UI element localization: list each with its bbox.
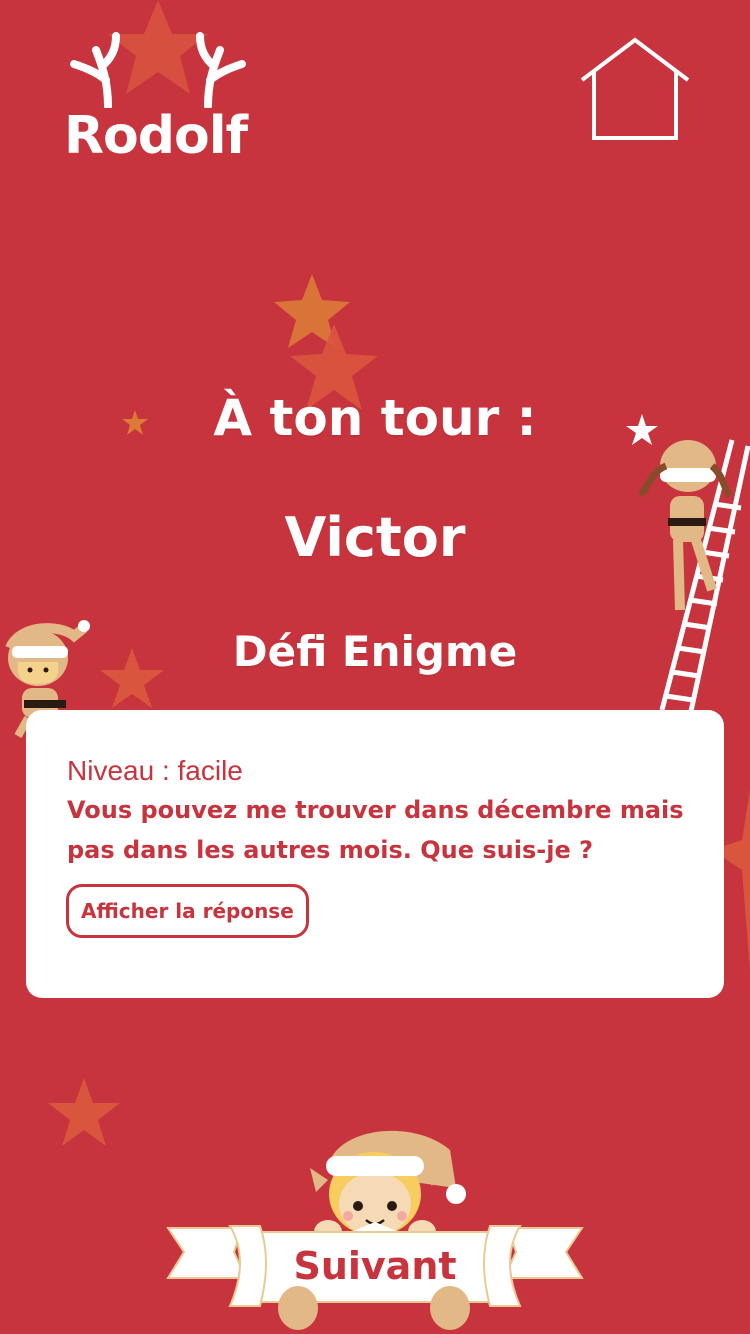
question-card: Niveau : facile Vous pouvez me trouver d… [26,710,724,998]
show-answer-button[interactable]: Afficher la réponse [66,884,309,938]
star-decoration [48,1078,120,1146]
elf-banner-illustration [166,1130,584,1330]
logo-wordmark: Rodolf [64,106,248,166]
home-button[interactable] [578,36,692,144]
difficulty-level: Niveau : facile [67,755,243,786]
challenge-title: Défi Enigme [232,627,518,676]
player-name: Victor [284,506,466,569]
home-icon [580,37,690,140]
antlers-icon [70,32,246,108]
turn-label: À ton tour : [213,389,537,447]
app-logo[interactable]: Rodolf [60,28,260,162]
next-button-label: Suivant [293,1244,457,1288]
riddle-question: Vous pouvez me trouver dans décembre mai… [67,796,684,864]
next-button[interactable]: Suivant [160,1110,590,1334]
